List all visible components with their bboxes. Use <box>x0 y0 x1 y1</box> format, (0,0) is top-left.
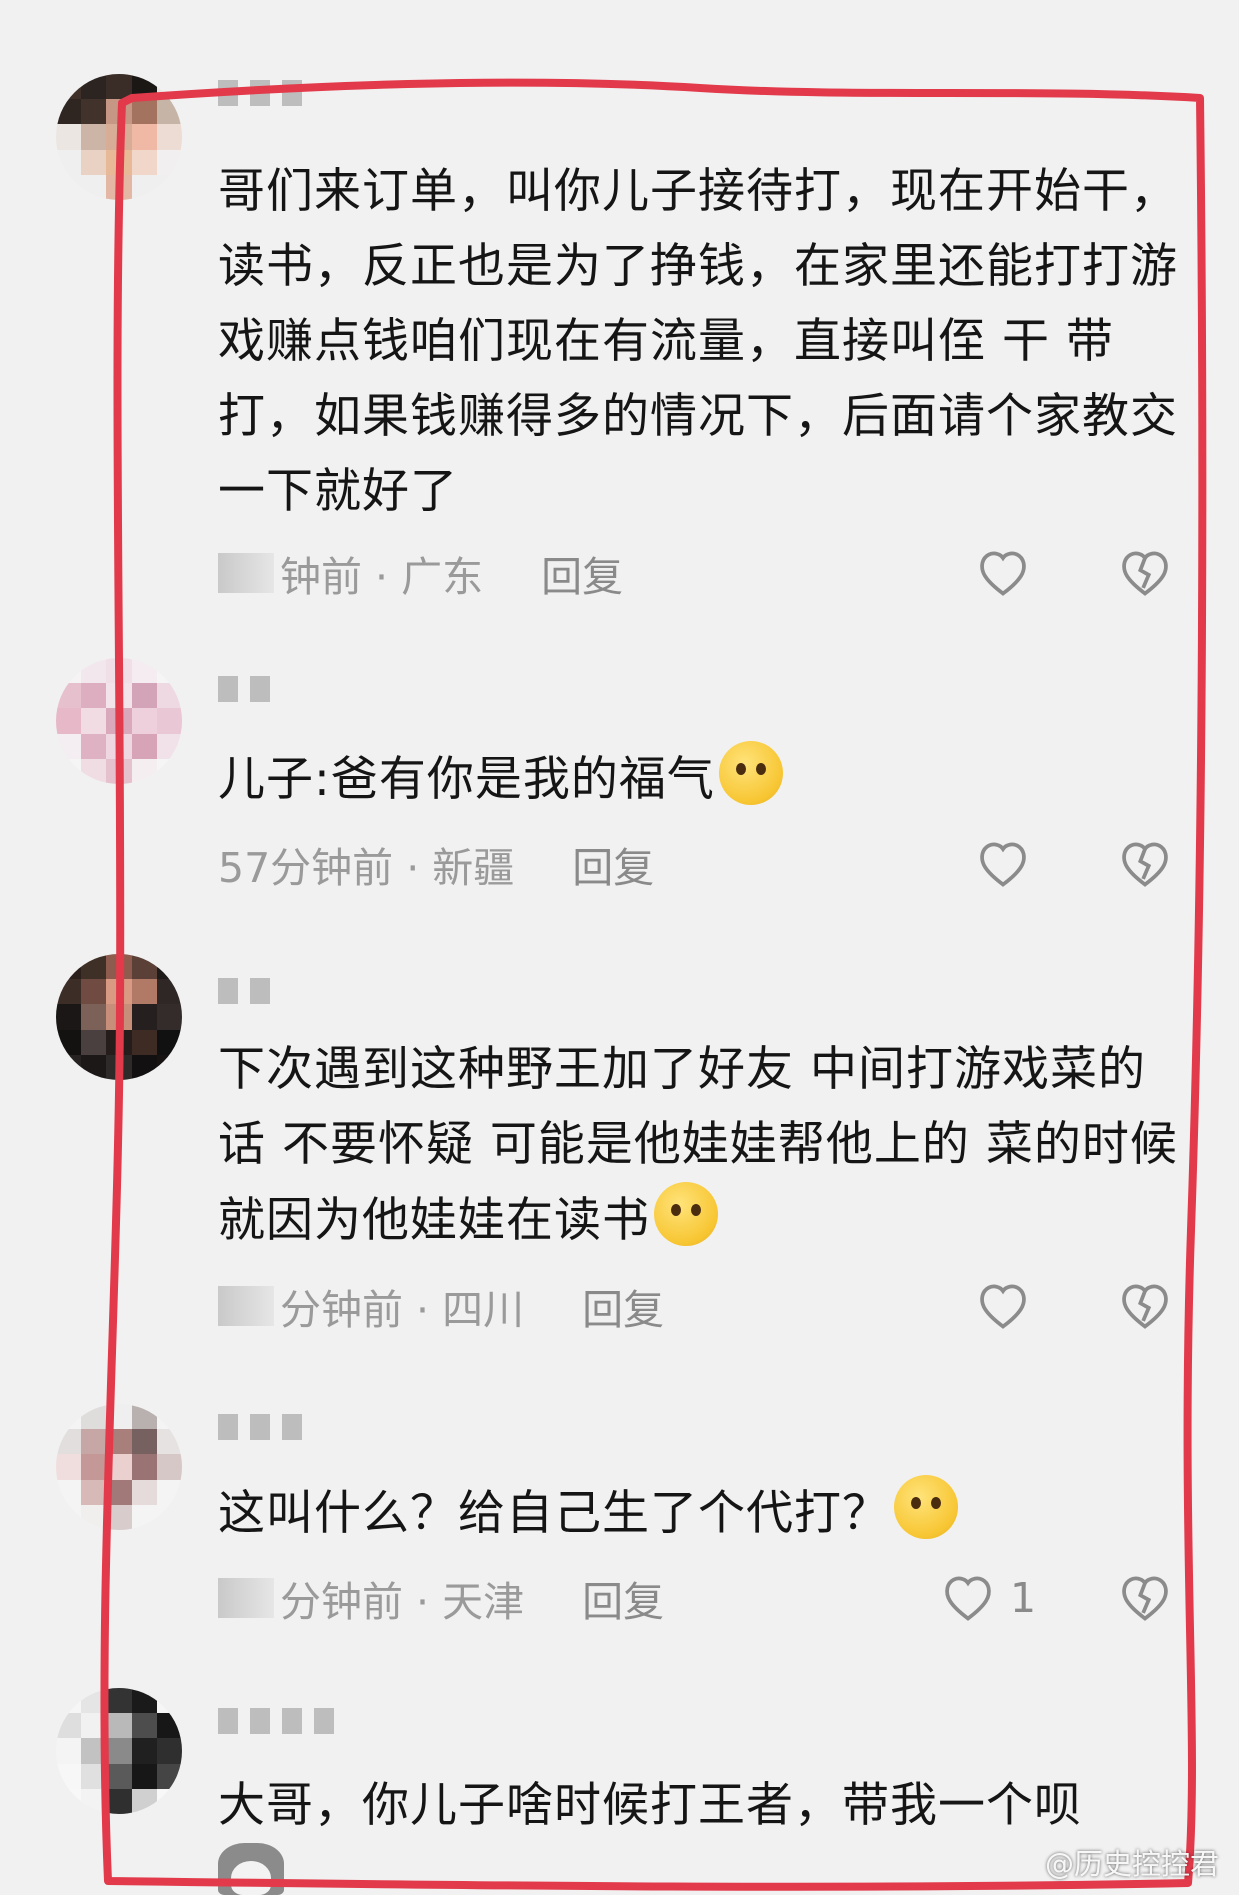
comment-text: 哥们来订单，叫你儿子接待打，现在开始干，读书，反正也是为了挣钱，在家里还能打打游… <box>218 164 1178 519</box>
comment-time-location: 分钟前 · 四川 <box>280 1286 525 1334</box>
emoji-icon <box>718 741 783 805</box>
comment-time-location: 钟前 · 广东 <box>280 553 484 601</box>
comment-meta: 钟前 · 广东 回复 <box>218 545 623 601</box>
heart-outline-icon[interactable] <box>975 545 1031 601</box>
emoji-icon <box>654 1182 718 1246</box>
comment-time-location: 分钟前 · 天津 <box>280 1578 525 1626</box>
avatar[interactable] <box>56 1688 182 1814</box>
like-count: 1 <box>1010 1574 1037 1622</box>
heart-outline-icon[interactable] <box>975 836 1031 892</box>
comment-text: 下次遇到这种野王加了好友 中间打游戏菜的话 不要怀疑 可能是他娃娃帮他上的 菜的… <box>218 1032 1178 1258</box>
avatar[interactable] <box>56 658 182 784</box>
watermark-text: @历史控控君 <box>1044 1847 1219 1881</box>
reply-button[interactable]: 回复 <box>572 834 654 894</box>
reply-button[interactable]: 回复 <box>582 1276 664 1336</box>
broken-heart-icon[interactable] <box>1117 545 1173 601</box>
comment-time-location: 57分钟前 · 新疆 <box>218 844 515 892</box>
broken-heart-icon[interactable] <box>1117 836 1173 892</box>
comment-text: 大哥，你儿子啥时候打王者，带我一个呗 <box>218 1778 1082 1833</box>
username-blurred[interactable] <box>218 676 270 706</box>
heart-outline-icon[interactable] <box>940 1570 996 1626</box>
comment-meta: 分钟前 · 天津 回复 <box>218 1570 664 1626</box>
avatar[interactable] <box>56 74 182 200</box>
comment-text-content: 儿子:爸有你是我的福气 <box>218 752 715 807</box>
broken-heart-icon[interactable] <box>1117 1278 1173 1334</box>
reply-button[interactable]: 回复 <box>582 1568 664 1628</box>
username-blurred[interactable] <box>218 1708 334 1738</box>
username-blurred[interactable] <box>218 80 302 110</box>
dog-sticker-icon <box>218 1843 284 1895</box>
emoji-icon <box>894 1475 958 1539</box>
meta-blur <box>218 1286 274 1326</box>
comment-text-content: 这叫什么？给自己生了个代打？ <box>218 1486 890 1541</box>
reply-button[interactable]: 回复 <box>541 543 623 603</box>
avatar[interactable] <box>56 1404 182 1530</box>
comment-text: 这叫什么？给自己生了个代打？ <box>218 1475 1178 1551</box>
comment-text: 儿子:爸有你是我的福气 <box>218 741 1178 817</box>
heart-outline-icon[interactable] <box>975 1278 1031 1334</box>
username-blurred[interactable] <box>218 1414 302 1444</box>
comment-meta: 57分钟前 · 新疆 回复 <box>218 836 654 892</box>
username-blurred[interactable] <box>218 978 270 1008</box>
meta-blur <box>218 1578 274 1618</box>
broken-heart-icon[interactable] <box>1117 1570 1173 1626</box>
avatar[interactable] <box>56 954 182 1080</box>
meta-blur <box>218 553 274 593</box>
comment-meta: 分钟前 · 四川 回复 <box>218 1278 664 1334</box>
